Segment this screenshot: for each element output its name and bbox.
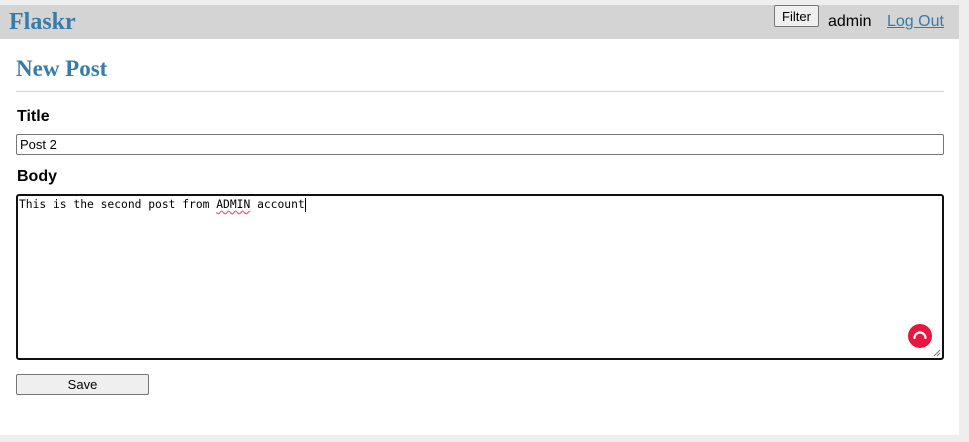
header-divider bbox=[16, 91, 944, 92]
title-input[interactable] bbox=[16, 134, 944, 155]
body-text-start: This is the second post from bbox=[19, 198, 217, 211]
save-button[interactable]: Save bbox=[16, 374, 149, 395]
navbar: Flaskr Filter admin Log Out bbox=[0, 5, 959, 39]
username: admin bbox=[828, 13, 872, 30]
page-title: New Post bbox=[16, 56, 108, 81]
resize-grip-icon[interactable] bbox=[932, 348, 941, 357]
body-text-end: account bbox=[250, 198, 305, 211]
body-label: Body bbox=[17, 168, 57, 185]
brand-logo[interactable]: Flaskr bbox=[9, 8, 76, 36]
spellcheck-flagged-word[interactable]: ADMIN bbox=[216, 198, 250, 211]
body-textarea[interactable]: This is the second post from ADMIN accou… bbox=[16, 194, 944, 360]
page: Flaskr Filter admin Log Out New Post Tit… bbox=[0, 5, 959, 435]
body-text: This is the second post from ADMIN accou… bbox=[19, 198, 306, 212]
filter-button[interactable]: Filter bbox=[774, 5, 819, 27]
grammarly-icon[interactable] bbox=[908, 324, 932, 348]
text-caret bbox=[304, 198, 306, 212]
logout-link[interactable]: Log Out bbox=[887, 12, 944, 32]
title-label: Title bbox=[17, 108, 50, 125]
